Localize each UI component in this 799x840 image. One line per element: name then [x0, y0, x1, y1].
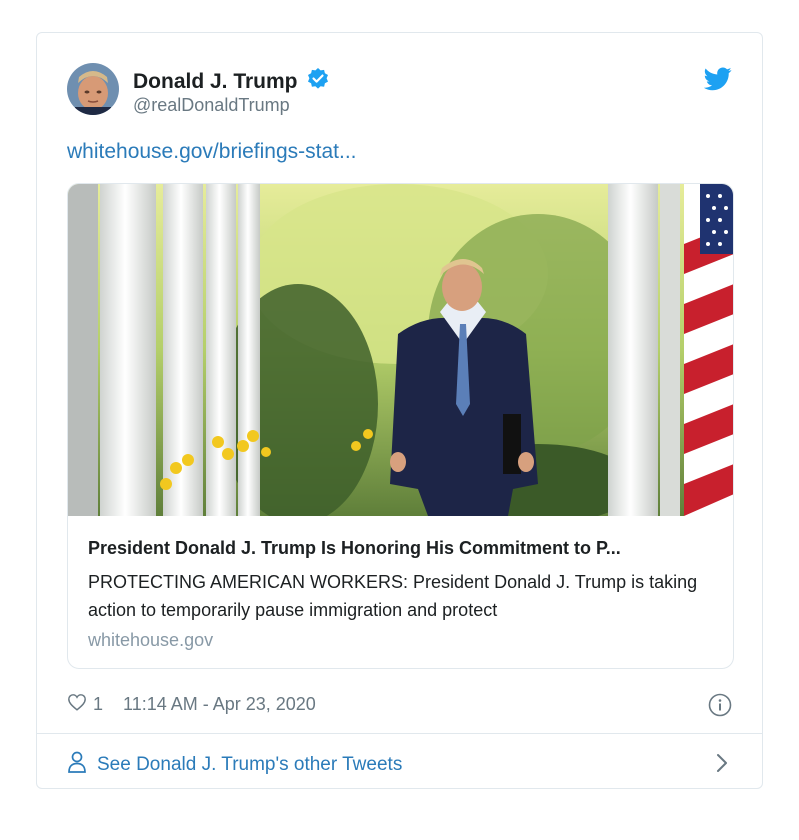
person-icon — [67, 751, 87, 779]
author-handle[interactable]: @realDonaldTrump — [133, 95, 290, 116]
tweet-link[interactable]: whitehouse.gov/briefings-stat... — [67, 140, 357, 164]
chevron-right-icon[interactable] — [716, 753, 728, 778]
like-count[interactable]: 1 — [93, 694, 103, 715]
author-name-text[interactable]: Donald J. Trump — [133, 70, 298, 94]
preview-title[interactable]: President Donald J. Trump Is Honoring Hi… — [88, 538, 718, 559]
author-avatar[interactable] — [67, 63, 119, 115]
preview-domain: whitehouse.gov — [88, 630, 214, 650]
author-name[interactable]: Donald J. Trump — [133, 67, 330, 97]
verified-badge-icon — [306, 67, 330, 97]
see-other-tweets-link[interactable]: See Donald J. Trump's other Tweets — [67, 751, 402, 779]
tweet-meta: 1 11:14 AM - Apr 23, 2020 — [67, 693, 316, 716]
divider — [37, 733, 762, 734]
tweet-timestamp[interactable]: 11:14 AM - Apr 23, 2020 — [123, 694, 316, 715]
see-other-tweets-label[interactable]: See Donald J. Trump's other Tweets — [97, 754, 402, 776]
heart-icon[interactable] — [67, 693, 87, 716]
link-preview-card[interactable]: President Donald J. Trump Is Honoring Hi… — [67, 183, 734, 669]
tweet-embed-card: Donald J. Trump @realDonaldTrump whiteho… — [36, 32, 763, 789]
info-icon[interactable] — [708, 693, 732, 722]
preview-photo — [68, 184, 733, 524]
preview-description: PROTECTING AMERICAN WORKERS: President D… — [88, 572, 698, 620]
twitter-bird-icon[interactable] — [703, 67, 732, 96]
